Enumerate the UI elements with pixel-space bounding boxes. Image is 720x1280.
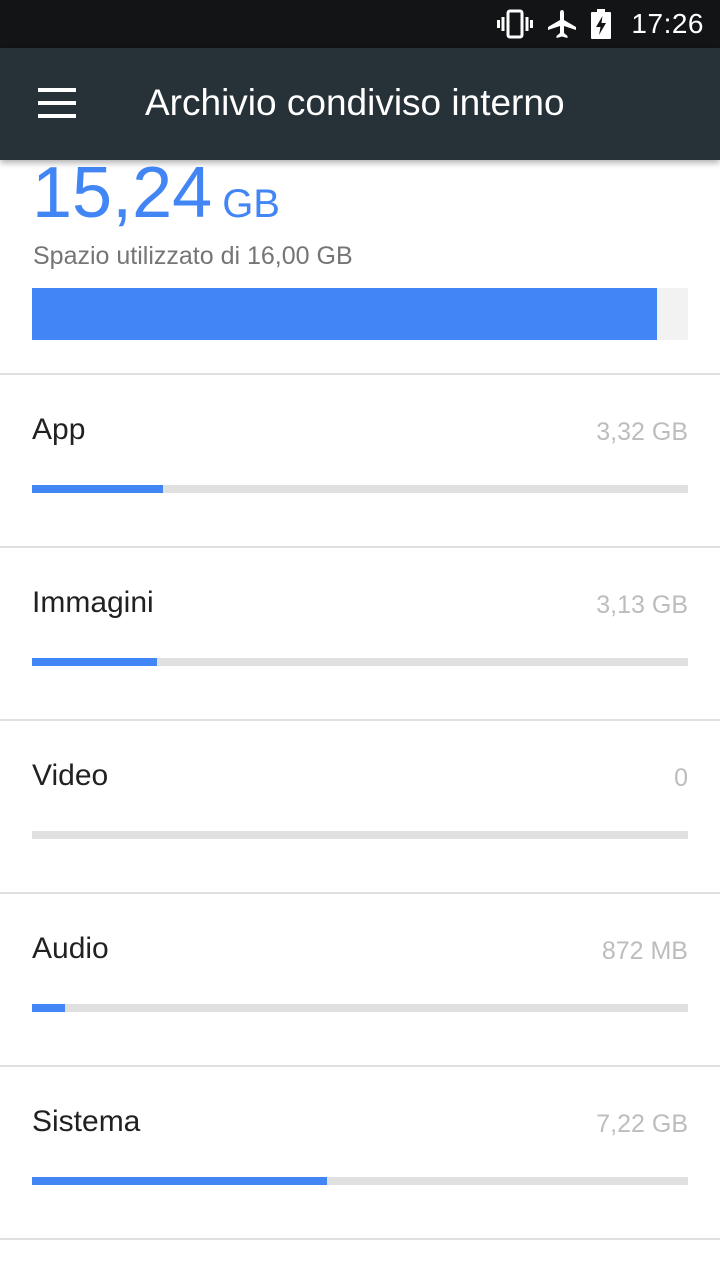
category-immagini[interactable]: Immagini 3,13 GB (0, 548, 720, 721)
app-bar: Archivio condiviso interno (0, 48, 720, 160)
category-usage-fill (32, 1004, 65, 1012)
category-app[interactable]: App 3,32 GB (0, 375, 720, 548)
category-usage-bar (32, 658, 688, 666)
category-sistema[interactable]: Sistema 7,22 GB (0, 1067, 720, 1240)
category-usage-bar (32, 831, 688, 839)
airplane-icon (547, 9, 577, 39)
total-usage-fill (32, 288, 657, 340)
category-usage-fill (32, 658, 157, 666)
category-size: 872 MB (601, 937, 688, 965)
category-usage-fill (32, 1177, 328, 1185)
vibrate-icon (497, 9, 534, 39)
category-usage-bar (32, 485, 688, 493)
category-name: Audio (32, 932, 109, 965)
category-usage-fill (32, 485, 164, 493)
category-usage-bar (32, 1004, 688, 1012)
used-value: 15,24 (32, 160, 213, 233)
battery-charging-icon (591, 9, 612, 39)
category-size: 3,32 GB (596, 418, 688, 446)
category-size: 3,13 GB (596, 591, 688, 619)
category-size: 7,22 GB (596, 1110, 688, 1138)
category-name: Video (32, 759, 109, 792)
category-size: 0 (674, 764, 688, 792)
storage-summary: 15,24 GB Spazio utilizzato di 16,00 GB (0, 160, 720, 375)
status-icons: 17:26 (497, 0, 704, 48)
category-name: Immagini (32, 586, 154, 619)
category-usage-bar (32, 1177, 688, 1185)
category-name: Sistema (32, 1105, 141, 1138)
category-name: App (32, 413, 86, 446)
used-caption: Spazio utilizzato di 16,00 GB (33, 242, 353, 270)
menu-icon[interactable] (38, 88, 76, 118)
category-video[interactable]: Video 0 (0, 721, 720, 894)
page-title: Archivio condiviso interno (145, 82, 565, 123)
status-bar: 17:26 (0, 0, 720, 48)
storage-content[interactable]: 15,24 GB Spazio utilizzato di 16,00 GB Ap… (0, 160, 720, 1280)
status-time: 17:26 (631, 8, 704, 39)
total-usage-bar (32, 288, 688, 340)
used-amount: 15,24 GB (32, 160, 280, 234)
used-unit: GB (222, 182, 280, 226)
category-audio[interactable]: Audio 872 MB (0, 894, 720, 1067)
